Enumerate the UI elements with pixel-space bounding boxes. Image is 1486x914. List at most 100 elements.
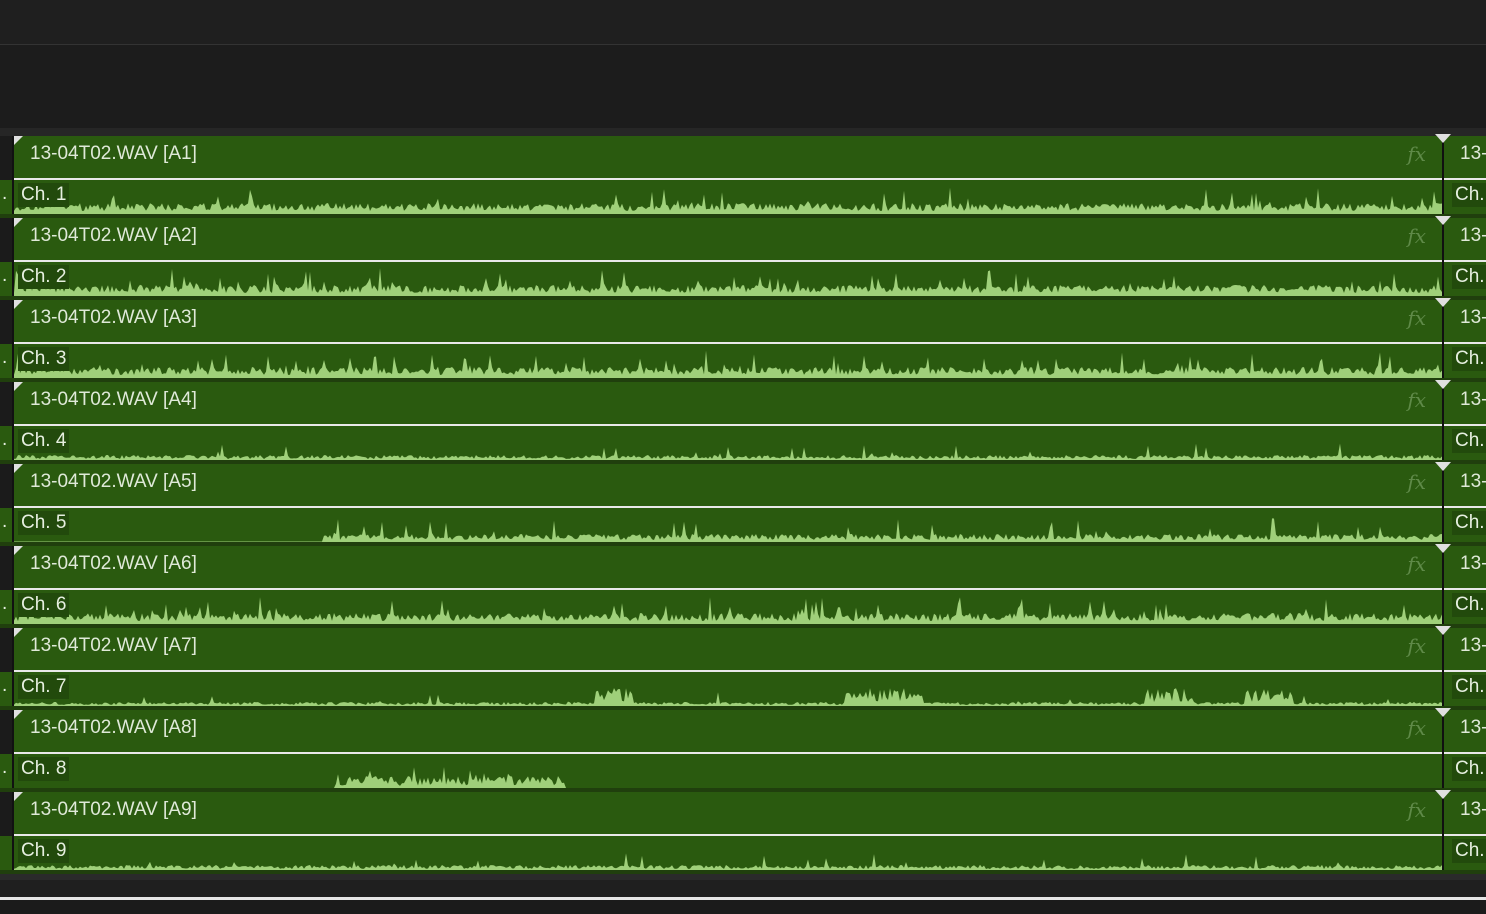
next-clip-name: 13- xyxy=(1460,389,1486,410)
waveform xyxy=(14,518,1442,542)
waveform-shape xyxy=(14,268,1442,296)
audio-clip[interactable]: 13-04T02.WAV [A2] fx xyxy=(14,218,1442,262)
audio-clip[interactable]: 13-04T02.WAV [A9] fx xyxy=(14,792,1442,836)
fx-icon[interactable]: fx xyxy=(1407,634,1426,658)
next-audio-clip[interactable]: 13- Ch. : xyxy=(1444,300,1486,382)
audio-channel[interactable]: Ch. 3 xyxy=(14,344,1442,378)
next-channel-label: Ch. : xyxy=(1452,347,1486,371)
audio-channel[interactable]: Ch. 7 xyxy=(14,672,1442,706)
audio-channel[interactable]: Ch. 4 xyxy=(14,426,1442,460)
next-audio-clip[interactable]: 13- Ch. 4 xyxy=(1444,382,1486,464)
waveform xyxy=(14,187,1442,214)
audio-clip[interactable]: 13-04T02.WAV [A3] fx xyxy=(14,300,1442,344)
edit-point-marker[interactable] xyxy=(1435,380,1451,389)
next-channel-label: Ch. 4 xyxy=(1452,429,1486,453)
previous-clip-channel xyxy=(0,836,12,870)
audio-tracks: . 13-04T02.WAV [A1] fx Ch. 1 13- Ch. . 1… xyxy=(0,134,1486,874)
audio-channel[interactable]: Ch. 2 xyxy=(14,262,1442,296)
audio-clip[interactable]: 13-04T02.WAV [A5] fx xyxy=(14,464,1442,508)
edit-point-marker[interactable] xyxy=(1435,544,1451,553)
next-clip-name: 13- xyxy=(1460,225,1486,246)
previous-channel-label: . xyxy=(2,429,8,450)
next-audio-clip[interactable]: 13- Ch. ( xyxy=(1444,546,1486,628)
clip-name: 13-04T02.WAV [A5] xyxy=(30,471,197,492)
next-audio-clip[interactable]: 13- Ch. : xyxy=(1444,218,1486,300)
fx-icon[interactable]: fx xyxy=(1407,552,1426,576)
fx-icon[interactable]: fx xyxy=(1407,716,1426,740)
clip-name: 13-04T02.WAV [A6] xyxy=(30,553,197,574)
next-channel-label: Ch. : xyxy=(1452,265,1486,289)
next-clip-name: 13- xyxy=(1460,143,1486,164)
edit-point-marker[interactable] xyxy=(1435,134,1451,143)
next-clip-channel: Ch. 8 xyxy=(1444,754,1486,788)
audio-track: . 13-04T02.WAV [A1] fx Ch. 1 13- Ch. xyxy=(0,134,1486,218)
edit-point-marker[interactable] xyxy=(1435,462,1451,471)
edit-point-marker[interactable] xyxy=(1435,298,1451,307)
edit-point-marker[interactable] xyxy=(1435,790,1451,799)
fx-icon[interactable]: fx xyxy=(1407,470,1426,494)
audio-clip[interactable]: 13-04T02.WAV [A6] fx xyxy=(14,546,1442,590)
next-clip-name: 13- xyxy=(1460,635,1486,656)
waveform xyxy=(14,443,1442,460)
next-audio-clip[interactable]: 13- Ch. ! xyxy=(1444,464,1486,546)
edit-point-marker[interactable] xyxy=(1435,216,1451,225)
waveform-shape xyxy=(14,688,1442,706)
next-clip-channel: Ch. ( xyxy=(1444,590,1486,624)
audio-clip[interactable]: 13-04T02.WAV [A8] fx xyxy=(14,710,1442,754)
tracks-top-rule xyxy=(0,128,1486,136)
next-clip-channel: Ch. 4 xyxy=(1444,426,1486,460)
fx-icon[interactable]: fx xyxy=(1407,142,1426,166)
edit-point-marker[interactable] xyxy=(1435,708,1451,717)
next-channel-label: Ch. 8 xyxy=(1452,757,1486,781)
audio-track: . 13-04T02.WAV [A4] fx Ch. 4 13- Ch. 4 xyxy=(0,380,1486,464)
fx-icon[interactable]: fx xyxy=(1407,224,1426,248)
audio-channel[interactable]: Ch. 9 xyxy=(14,836,1442,870)
waveform-shape xyxy=(14,518,1442,542)
next-audio-clip[interactable]: 13- Ch. ! xyxy=(1444,792,1486,874)
audio-clip[interactable]: 13-04T02.WAV [A7] fx xyxy=(14,628,1442,672)
clip-in-point-marker xyxy=(14,710,23,719)
channel-label: Ch. 8 xyxy=(18,757,70,781)
fx-icon[interactable]: fx xyxy=(1407,388,1426,412)
clip-name: 13-04T02.WAV [A9] xyxy=(30,799,197,820)
audio-track: . 13-04T02.WAV [A6] fx Ch. 6 13- Ch. ( xyxy=(0,544,1486,628)
next-clip-name: 13- xyxy=(1460,717,1486,738)
channel-label: Ch. 4 xyxy=(18,429,70,453)
previous-channel-label: . xyxy=(2,675,8,696)
audio-channel[interactable]: Ch. 8 xyxy=(14,754,1442,788)
clip-in-point-marker xyxy=(14,218,23,227)
next-channel-label: Ch. xyxy=(1452,183,1486,207)
next-audio-clip[interactable]: 13- Ch. xyxy=(1444,136,1486,218)
next-clip-name: 13- xyxy=(1460,799,1486,820)
previous-channel-label: . xyxy=(2,265,8,286)
fx-icon[interactable]: fx xyxy=(1407,798,1426,822)
audio-track: . 13-04T02.WAV [A2] fx Ch. 2 13- Ch. : xyxy=(0,216,1486,300)
audio-track: . 13-04T02.WAV [A7] fx Ch. 7 13- Ch. ? xyxy=(0,626,1486,710)
audio-clip[interactable]: 13-04T02.WAV [A4] fx xyxy=(14,382,1442,426)
waveform xyxy=(14,688,1442,706)
clip-in-point-marker xyxy=(14,136,23,145)
channel-label: Ch. 1 xyxy=(18,183,70,207)
next-audio-clip[interactable]: 13- Ch. ? xyxy=(1444,628,1486,710)
next-audio-clip[interactable]: 13- Ch. 8 xyxy=(1444,710,1486,792)
audio-channel[interactable]: Ch. 5 xyxy=(14,508,1442,542)
next-clip-channel: Ch. ? xyxy=(1444,672,1486,706)
waveform-shape xyxy=(14,853,1442,870)
next-clip-channel: Ch. xyxy=(1444,180,1486,214)
previous-channel-label: . xyxy=(2,347,8,368)
audio-track: . 13-04T02.WAV [A3] fx Ch. 3 13- Ch. : xyxy=(0,298,1486,382)
waveform-shape xyxy=(14,187,1442,214)
next-clip-name: 13- xyxy=(1460,553,1486,574)
waveform-shape xyxy=(14,597,1442,624)
fx-icon[interactable]: fx xyxy=(1407,306,1426,330)
next-channel-label: Ch. ! xyxy=(1452,511,1486,535)
clip-name: 13-04T02.WAV [A3] xyxy=(30,307,197,328)
edit-point-marker[interactable] xyxy=(1435,626,1451,635)
audio-channel[interactable]: Ch. 6 xyxy=(14,590,1442,624)
clip-name: 13-04T02.WAV [A8] xyxy=(30,717,197,738)
audio-channel[interactable]: Ch. 1 xyxy=(14,180,1442,214)
clip-name: 13-04T02.WAV [A4] xyxy=(30,389,197,410)
audio-clip[interactable]: 13-04T02.WAV [A1] fx xyxy=(14,136,1442,180)
next-channel-label: Ch. ! xyxy=(1452,839,1486,863)
waveform-shape xyxy=(14,443,1442,460)
